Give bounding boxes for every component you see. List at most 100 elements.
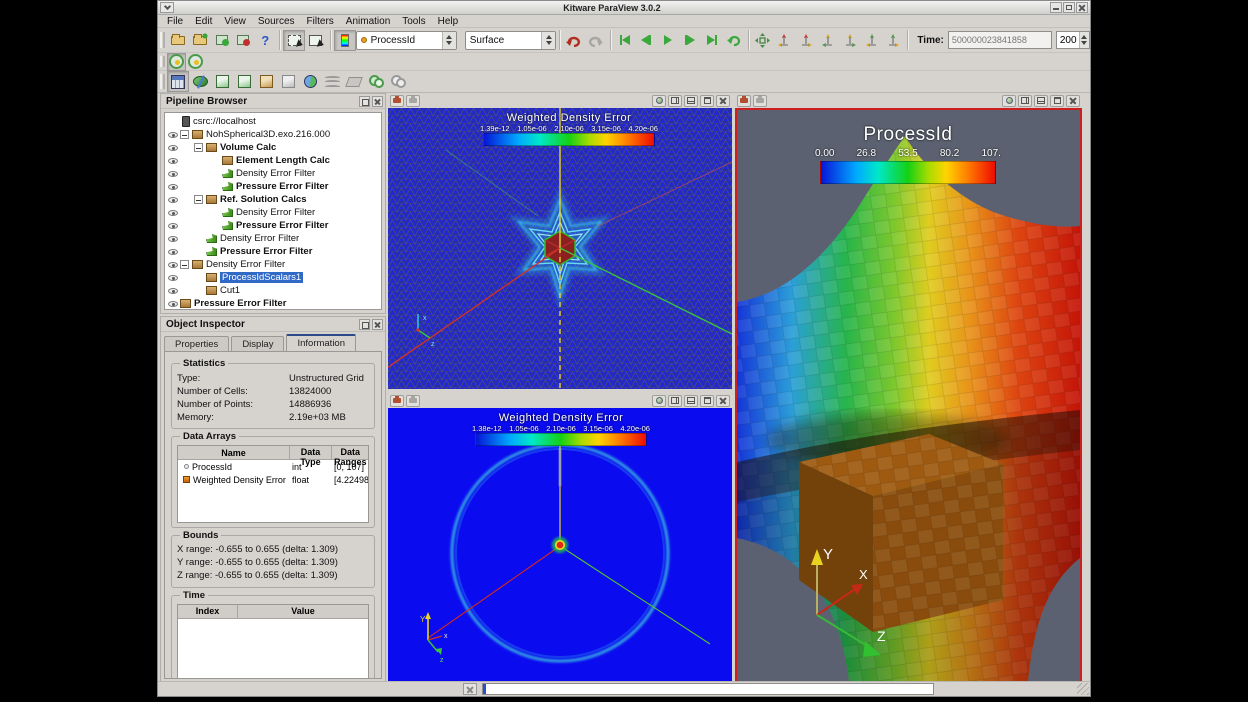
menu-tools[interactable]: Tools bbox=[397, 16, 430, 27]
window-menu-button[interactable] bbox=[160, 2, 174, 13]
pick-center-button[interactable] bbox=[186, 53, 205, 71]
abort-button[interactable] bbox=[463, 683, 477, 695]
menu-file[interactable]: File bbox=[162, 16, 188, 27]
view-settings-button[interactable] bbox=[652, 95, 666, 107]
split-vertical-button[interactable] bbox=[684, 395, 698, 407]
tree-row[interactable]: Density Error Filter bbox=[165, 206, 381, 219]
frame-input[interactable] bbox=[1057, 34, 1079, 47]
tree-row[interactable]: Volume Calc bbox=[165, 141, 381, 154]
tree-row[interactable]: Pressure Error Filter bbox=[165, 245, 381, 258]
object-inspector-header[interactable]: Object Inspector bbox=[161, 317, 385, 332]
threshold-filter-button[interactable] bbox=[233, 71, 255, 92]
link-camera-button[interactable] bbox=[406, 95, 420, 107]
minimize-button[interactable] bbox=[1050, 2, 1062, 13]
toolbar-handle[interactable] bbox=[160, 74, 165, 89]
resize-grip-icon[interactable] bbox=[1077, 683, 1089, 695]
variable-selector[interactable]: ProcessId bbox=[356, 31, 457, 50]
close-view-button[interactable] bbox=[716, 395, 730, 407]
tab-display[interactable]: Display bbox=[231, 336, 284, 351]
extract-group-button[interactable] bbox=[387, 71, 409, 92]
play-button[interactable] bbox=[657, 30, 679, 51]
color-legend[interactable]: Weighted Density Error 1.39e-121.05e-062… bbox=[480, 112, 658, 146]
extract-subset-button[interactable] bbox=[255, 71, 277, 92]
float-panel-button[interactable] bbox=[359, 96, 370, 107]
close-view-button[interactable] bbox=[1066, 95, 1080, 107]
close-panel-button[interactable] bbox=[372, 96, 383, 107]
camera-minus-z-button[interactable] bbox=[883, 30, 905, 51]
connect-server-button[interactable] bbox=[211, 30, 233, 51]
toggle-color-legend-button[interactable] bbox=[334, 30, 356, 51]
collapse-toggle[interactable] bbox=[180, 130, 189, 139]
next-frame-button[interactable] bbox=[679, 30, 701, 51]
titlebar[interactable]: Kitware ParaView 3.0.2 bbox=[158, 1, 1090, 15]
split-vertical-button[interactable] bbox=[1034, 95, 1048, 107]
eye-icon[interactable] bbox=[168, 249, 178, 255]
tree-row[interactable]: Element Length Calc bbox=[165, 154, 381, 167]
last-frame-button[interactable] bbox=[701, 30, 723, 51]
camera-snapshot-button[interactable] bbox=[737, 95, 751, 107]
tab-information[interactable]: Information bbox=[286, 334, 356, 351]
table-header[interactable]: Index Value bbox=[178, 605, 368, 619]
data-arrays-table[interactable]: Name Data Type Data Ranges ProcessId int… bbox=[177, 445, 369, 523]
split-horizontal-button[interactable] bbox=[668, 95, 682, 107]
float-panel-button[interactable] bbox=[359, 319, 370, 330]
render-viewport[interactable]: x z Weighted Density Error 1.39e-121.05e… bbox=[388, 108, 732, 389]
tree-row[interactable]: Density Error Filter bbox=[165, 232, 381, 245]
tree-row[interactable]: Pressure Error Filter bbox=[165, 219, 381, 232]
collapse-toggle[interactable] bbox=[180, 260, 189, 269]
close-panel-button[interactable] bbox=[372, 319, 383, 330]
eye-icon[interactable] bbox=[168, 262, 178, 268]
active-render-viewport[interactable]: Y X Z ProcessId 0.0026.853.580.2107. bbox=[735, 108, 1082, 683]
representation-selector[interactable]: Surface bbox=[465, 31, 556, 50]
spinner-arrows-icon[interactable] bbox=[1079, 32, 1089, 48]
view-settings-button[interactable] bbox=[652, 395, 666, 407]
tab-properties[interactable]: Properties bbox=[164, 336, 229, 351]
close-button[interactable] bbox=[1076, 2, 1088, 13]
disconnect-server-button[interactable] bbox=[232, 30, 254, 51]
split-horizontal-button[interactable] bbox=[668, 395, 682, 407]
spinner-arrows-icon[interactable] bbox=[541, 32, 555, 49]
surface-select-button[interactable] bbox=[283, 30, 305, 51]
camera-minus-y-button[interactable] bbox=[839, 30, 861, 51]
eye-icon[interactable] bbox=[168, 288, 178, 294]
eye-icon[interactable] bbox=[168, 210, 178, 216]
camera-plus-x-button[interactable] bbox=[773, 30, 795, 51]
camera-snapshot-button[interactable] bbox=[390, 395, 404, 407]
load-state-button[interactable] bbox=[189, 30, 211, 51]
loop-button[interactable] bbox=[723, 30, 745, 51]
tree-row[interactable]: Cut1 bbox=[165, 284, 381, 297]
camera-minus-x-button[interactable] bbox=[795, 30, 817, 51]
glyph-filter-button[interactable] bbox=[277, 71, 299, 92]
color-legend[interactable]: Weighted Density Error 1.38e-121.05e-062… bbox=[472, 412, 650, 446]
time-input[interactable] bbox=[948, 31, 1052, 49]
collapse-toggle[interactable] bbox=[194, 143, 203, 152]
table-row[interactable]: Weighted Density Error float [4.22498e-1… bbox=[178, 473, 368, 486]
time-table[interactable]: Index Value bbox=[177, 604, 369, 679]
warp-filter-button[interactable] bbox=[343, 71, 365, 92]
tree-row[interactable]: Ref. Solution Calcs bbox=[165, 193, 381, 206]
calculator-filter-button[interactable] bbox=[167, 71, 189, 92]
group-datasets-button[interactable] bbox=[365, 71, 387, 92]
tree-row[interactable]: NohSpherical3D.exo.216.000 bbox=[165, 128, 381, 141]
frame-spinbox[interactable] bbox=[1056, 31, 1090, 49]
split-horizontal-button[interactable] bbox=[1018, 95, 1032, 107]
eye-icon[interactable] bbox=[168, 158, 178, 164]
camera-plus-z-button[interactable] bbox=[861, 30, 883, 51]
show-center-axes-button[interactable] bbox=[167, 53, 186, 71]
reset-camera-button[interactable] bbox=[752, 30, 774, 51]
maximize-view-button[interactable] bbox=[700, 395, 714, 407]
collapse-toggle[interactable] bbox=[194, 195, 203, 204]
tree-row[interactable]: Density Error Filter bbox=[165, 258, 381, 271]
eye-icon[interactable] bbox=[168, 145, 178, 151]
camera-snapshot-button[interactable] bbox=[390, 95, 404, 107]
menu-view[interactable]: View bbox=[219, 16, 251, 27]
link-camera-button[interactable] bbox=[753, 95, 767, 107]
eye-icon[interactable] bbox=[168, 184, 178, 190]
toolbar-handle[interactable] bbox=[160, 56, 165, 68]
view-settings-button[interactable] bbox=[1002, 95, 1016, 107]
render-viewport[interactable]: Y x z Weighted Density Error 1.38e-121.0… bbox=[388, 408, 732, 683]
menu-help[interactable]: Help bbox=[433, 16, 464, 27]
first-frame-button[interactable] bbox=[614, 30, 636, 51]
rubber-band-select-button[interactable] bbox=[305, 30, 327, 51]
eye-icon[interactable] bbox=[168, 223, 178, 229]
